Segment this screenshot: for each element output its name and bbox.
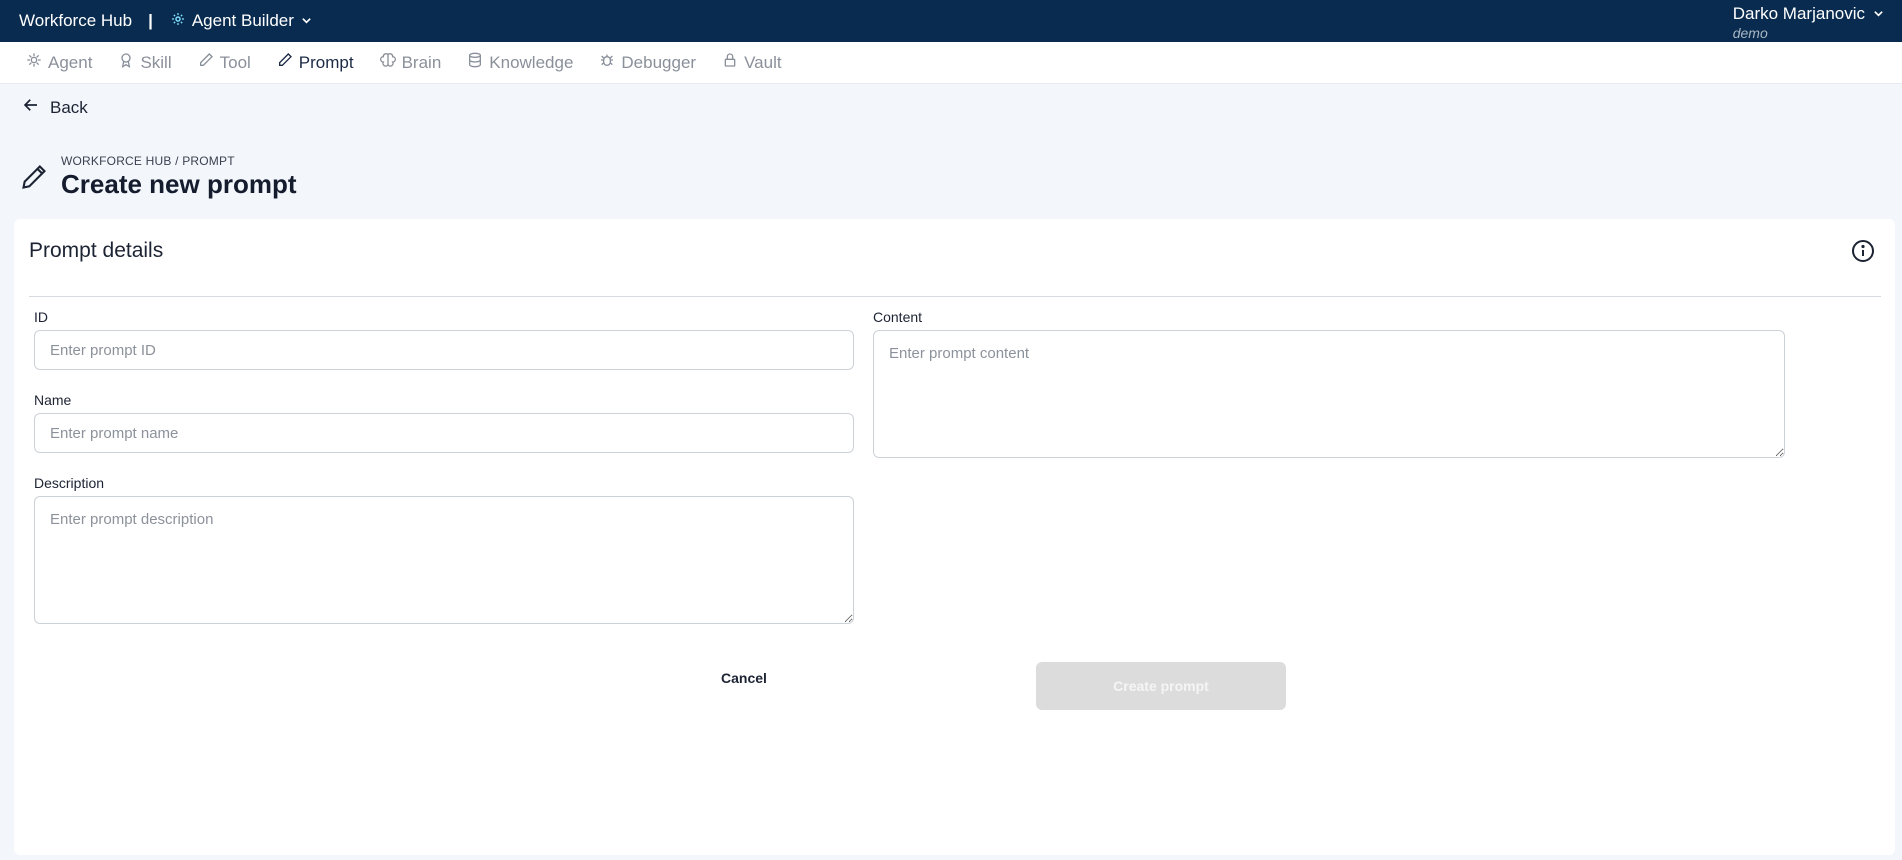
tab-label: Tool (219, 52, 251, 72)
chevron-down-icon (1865, 4, 1884, 24)
top-bar: Workforce Hub | Agent Builder Darko Marj… (0, 0, 1902, 42)
pencil-ruler-icon (198, 52, 220, 73)
tab-label: Vault (744, 52, 782, 72)
card-header: Prompt details (29, 239, 1881, 297)
brain-icon (379, 52, 402, 73)
description-textarea[interactable] (34, 496, 854, 624)
tab-brain[interactable]: Brain (379, 52, 442, 73)
arrow-left-icon (22, 96, 50, 119)
main-nav: Agent Skill Tool Prompt Brain Knowledge … (0, 42, 1902, 84)
id-input[interactable] (34, 330, 854, 370)
content-label: Content (873, 309, 923, 325)
back-link[interactable]: Back (22, 96, 88, 119)
tab-label: Agent (48, 52, 93, 72)
page-header: WORKFORCE HUB / PROMPT Create new prompt (20, 154, 297, 200)
chevron-down-icon (301, 11, 319, 31)
tab-label: Skill (140, 52, 172, 72)
tab-label: Knowledge (489, 52, 574, 72)
pencil-icon (277, 52, 299, 73)
tab-label: Prompt (298, 52, 354, 72)
tab-prompt[interactable]: Prompt (277, 52, 354, 73)
name-input[interactable] (34, 413, 854, 453)
cancel-button[interactable]: Cancel (694, 662, 794, 694)
tab-label: Debugger (621, 52, 697, 72)
gear-icon (171, 11, 192, 31)
award-icon (118, 52, 140, 73)
user-menu[interactable]: Darko Marjanovic demo (1733, 4, 1884, 41)
tab-skill[interactable]: Skill (118, 52, 172, 73)
user-name: Darko Marjanovic (1732, 4, 1865, 23)
page-title: Create new prompt (61, 169, 297, 199)
org-name: demo (1732, 25, 1768, 41)
create-prompt-button[interactable]: Create prompt (1036, 662, 1286, 710)
info-icon[interactable] (1851, 239, 1875, 268)
card-title: Prompt details (29, 239, 164, 262)
tab-agent[interactable]: Agent (26, 52, 92, 73)
breadcrumb: WORKFORCE HUB / PROMPT (61, 154, 235, 168)
agent-icon (26, 52, 48, 73)
module-name: Agent Builder (191, 11, 294, 30)
lock-icon (722, 52, 744, 73)
description-label: Description (34, 475, 105, 491)
tab-debugger[interactable]: Debugger (599, 52, 696, 73)
name-label: Name (34, 392, 72, 408)
tab-label: Brain (401, 52, 442, 72)
tab-vault[interactable]: Vault (722, 52, 782, 73)
tab-knowledge[interactable]: Knowledge (467, 52, 573, 73)
bug-icon (599, 52, 621, 73)
app-name[interactable]: Workforce Hub (19, 11, 132, 31)
module-switcher[interactable]: Agent Builder (171, 11, 319, 31)
prompt-details-card: Prompt details ID Name Description Conte… (14, 219, 1895, 855)
pencil-icon (20, 162, 48, 197)
id-label: ID (34, 309, 48, 325)
title-separator: | (148, 11, 153, 30)
content-textarea[interactable] (873, 330, 1785, 458)
database-icon (467, 52, 489, 73)
back-label: Back (50, 97, 88, 117)
tab-tool[interactable]: Tool (198, 52, 251, 73)
